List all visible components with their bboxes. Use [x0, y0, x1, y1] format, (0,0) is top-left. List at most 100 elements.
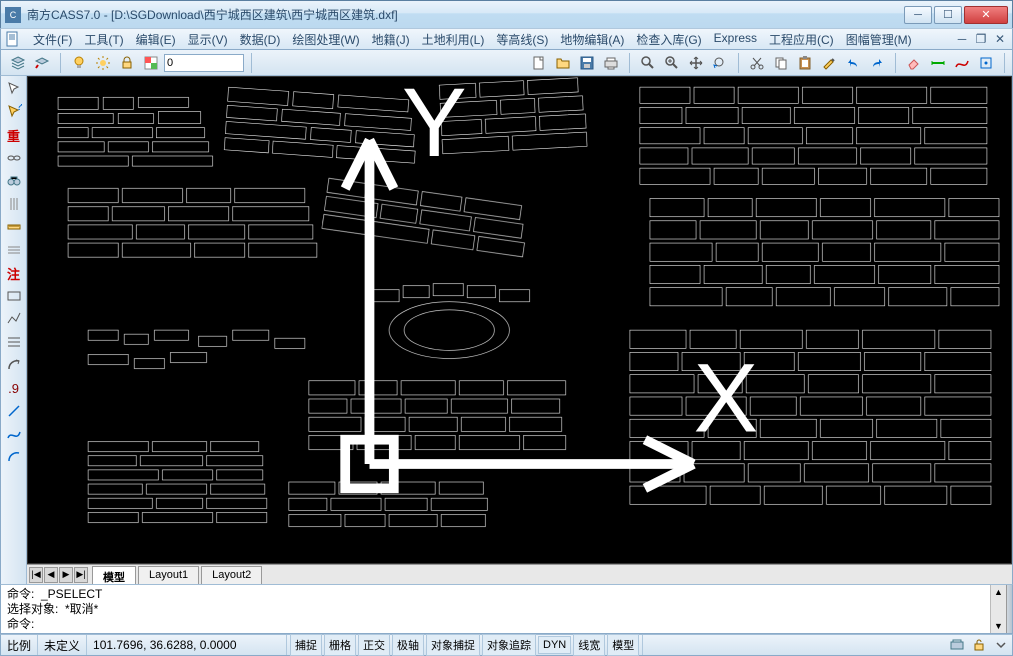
erase-icon[interactable]	[903, 52, 925, 74]
measure-icon[interactable]	[3, 216, 25, 238]
status-toggle[interactable]: 捕捉	[290, 634, 322, 656]
tab-nav-button[interactable]: ▶|	[74, 567, 88, 583]
lock-toggle-icon[interactable]	[969, 636, 989, 654]
command-resize-handle[interactable]	[1006, 585, 1012, 633]
status-toggle[interactable]: 极轴	[392, 634, 424, 656]
lock-icon[interactable]	[116, 52, 138, 74]
zoom-realtime-icon[interactable]	[661, 52, 683, 74]
rect-icon[interactable]	[3, 285, 25, 307]
arc-tool-icon[interactable]	[3, 354, 25, 376]
minimize-button[interactable]: ─	[904, 6, 932, 24]
color-swatch-icon[interactable]	[140, 52, 162, 74]
match-prop-icon[interactable]	[818, 52, 840, 74]
document-icon[interactable]	[5, 31, 21, 47]
menu-item[interactable]: 图幅管理(M)	[840, 29, 918, 50]
osnap-settings-icon[interactable]	[975, 52, 997, 74]
pan-icon[interactable]	[685, 52, 707, 74]
annotate-button[interactable]: 注	[3, 262, 25, 284]
status-toggle[interactable]: DYN	[538, 636, 571, 654]
new-file-icon[interactable]	[528, 52, 550, 74]
zoom-previous-icon[interactable]	[709, 52, 731, 74]
title-bar: C 南方CASS7.0 - [D:\SGDownload\西宁城西区建筑\西宁城…	[0, 0, 1013, 28]
status-toggle[interactable]: 正交	[358, 634, 390, 656]
rebuild-button[interactable]: 重	[3, 124, 25, 146]
cmd-line-2: 选择对象: *取消*	[7, 602, 98, 616]
tray-settings-icon[interactable]	[991, 636, 1011, 654]
menu-item[interactable]: 工程应用(C)	[763, 29, 840, 50]
spline-tool-icon[interactable]	[951, 52, 973, 74]
status-coords: 101.7696, 36.6288, 0.0000	[87, 635, 287, 655]
cmd-line-1: 命令: _PSELECT	[7, 587, 102, 601]
tab-nav-button[interactable]: |◀	[29, 567, 43, 583]
polyline-icon[interactable]	[3, 308, 25, 330]
drawing-canvas[interactable]: Y X	[27, 76, 1012, 564]
layout-tab[interactable]: 模型	[92, 566, 136, 584]
menu-item[interactable]: 工具(T)	[78, 29, 129, 50]
query-icon[interactable]: ?	[3, 101, 25, 123]
tab-nav: |◀◀▶▶|	[27, 565, 90, 584]
menu-item[interactable]: 文件(F)	[27, 29, 78, 50]
three-lines-icon[interactable]	[3, 331, 25, 353]
status-toggle[interactable]: 对象追踪	[482, 634, 536, 656]
top-toolbar	[0, 50, 1013, 76]
open-file-icon[interactable]	[552, 52, 574, 74]
status-toggle[interactable]: 对象捕捉	[426, 634, 480, 656]
dist-icon[interactable]	[927, 52, 949, 74]
zoom-window-icon[interactable]	[637, 52, 659, 74]
point-nine-button[interactable]: .9	[3, 377, 25, 399]
menu-item[interactable]: 地物编辑(A)	[554, 29, 630, 50]
menu-item[interactable]: 地籍(J)	[366, 29, 416, 50]
undo-icon[interactable]	[842, 52, 864, 74]
menu-item[interactable]: 显示(V)	[182, 29, 234, 50]
paste-icon[interactable]	[794, 52, 816, 74]
redo-icon[interactable]	[866, 52, 888, 74]
mdi-restore-button[interactable]: ❐	[973, 32, 989, 46]
link-icon[interactable]	[3, 147, 25, 169]
scroll-up-icon[interactable]: ▲	[992, 585, 1006, 599]
command-scrollbar[interactable]: ▲ ▼	[990, 585, 1006, 633]
maximize-button[interactable]: ☐	[934, 6, 962, 24]
menu-item[interactable]: 土地利用(L)	[416, 29, 491, 50]
menu-item[interactable]: Express	[708, 29, 763, 50]
status-toggle[interactable]: 栅格	[324, 634, 356, 656]
menu-item[interactable]: 检查入库(G)	[630, 29, 707, 50]
status-toggle[interactable]: 模型	[607, 634, 639, 656]
comm-icon[interactable]	[947, 636, 967, 654]
save-icon[interactable]	[576, 52, 598, 74]
binoculars-icon[interactable]	[3, 170, 25, 192]
layout-tab[interactable]: Layout2	[201, 566, 262, 584]
line-icon[interactable]	[3, 400, 25, 422]
layout-tab[interactable]: Layout1	[138, 566, 199, 584]
close-button[interactable]: ✕	[964, 6, 1008, 24]
status-scale-value[interactable]: 未定义	[38, 635, 87, 655]
cut-icon[interactable]	[746, 52, 768, 74]
copy-icon[interactable]	[770, 52, 792, 74]
lightbulb-icon[interactable]	[68, 52, 90, 74]
menu-item[interactable]: 等高线(S)	[490, 29, 554, 50]
svg-text:X: X	[694, 344, 759, 453]
layers-icon[interactable]	[7, 52, 29, 74]
layer-combo[interactable]	[164, 54, 244, 72]
menu-item[interactable]: 绘图处理(W)	[286, 29, 365, 50]
sun-freeze-icon[interactable]	[92, 52, 114, 74]
v-divider-icon[interactable]	[3, 193, 25, 215]
scroll-down-icon[interactable]: ▼	[992, 619, 1006, 633]
plot-icon[interactable]	[600, 52, 622, 74]
arc-icon[interactable]	[3, 446, 25, 468]
window-buttons: ─ ☐ ✕	[904, 6, 1008, 24]
menu-item[interactable]: 数据(D)	[234, 29, 287, 50]
status-toggle[interactable]: 线宽	[573, 634, 605, 656]
layer-prev-icon[interactable]	[31, 52, 53, 74]
mdi-close-button[interactable]: ✕	[992, 32, 1008, 46]
spline-icon[interactable]	[3, 423, 25, 445]
ucs-icon: Y X	[40, 76, 1012, 545]
status-scale-label: 比例	[1, 635, 38, 655]
tab-nav-button[interactable]: ▶	[59, 567, 73, 583]
mdi-minimize-button[interactable]: ─	[954, 32, 970, 46]
h-divider-icon[interactable]	[3, 239, 25, 261]
command-history[interactable]: 命令: _PSELECT 选择对象: *取消* 命令:	[1, 585, 990, 633]
command-area: 命令: _PSELECT 选择对象: *取消* 命令: ▲ ▼	[0, 584, 1013, 634]
tab-nav-button[interactable]: ◀	[44, 567, 58, 583]
pointer-icon[interactable]	[3, 78, 25, 100]
menu-item[interactable]: 编辑(E)	[130, 29, 182, 50]
